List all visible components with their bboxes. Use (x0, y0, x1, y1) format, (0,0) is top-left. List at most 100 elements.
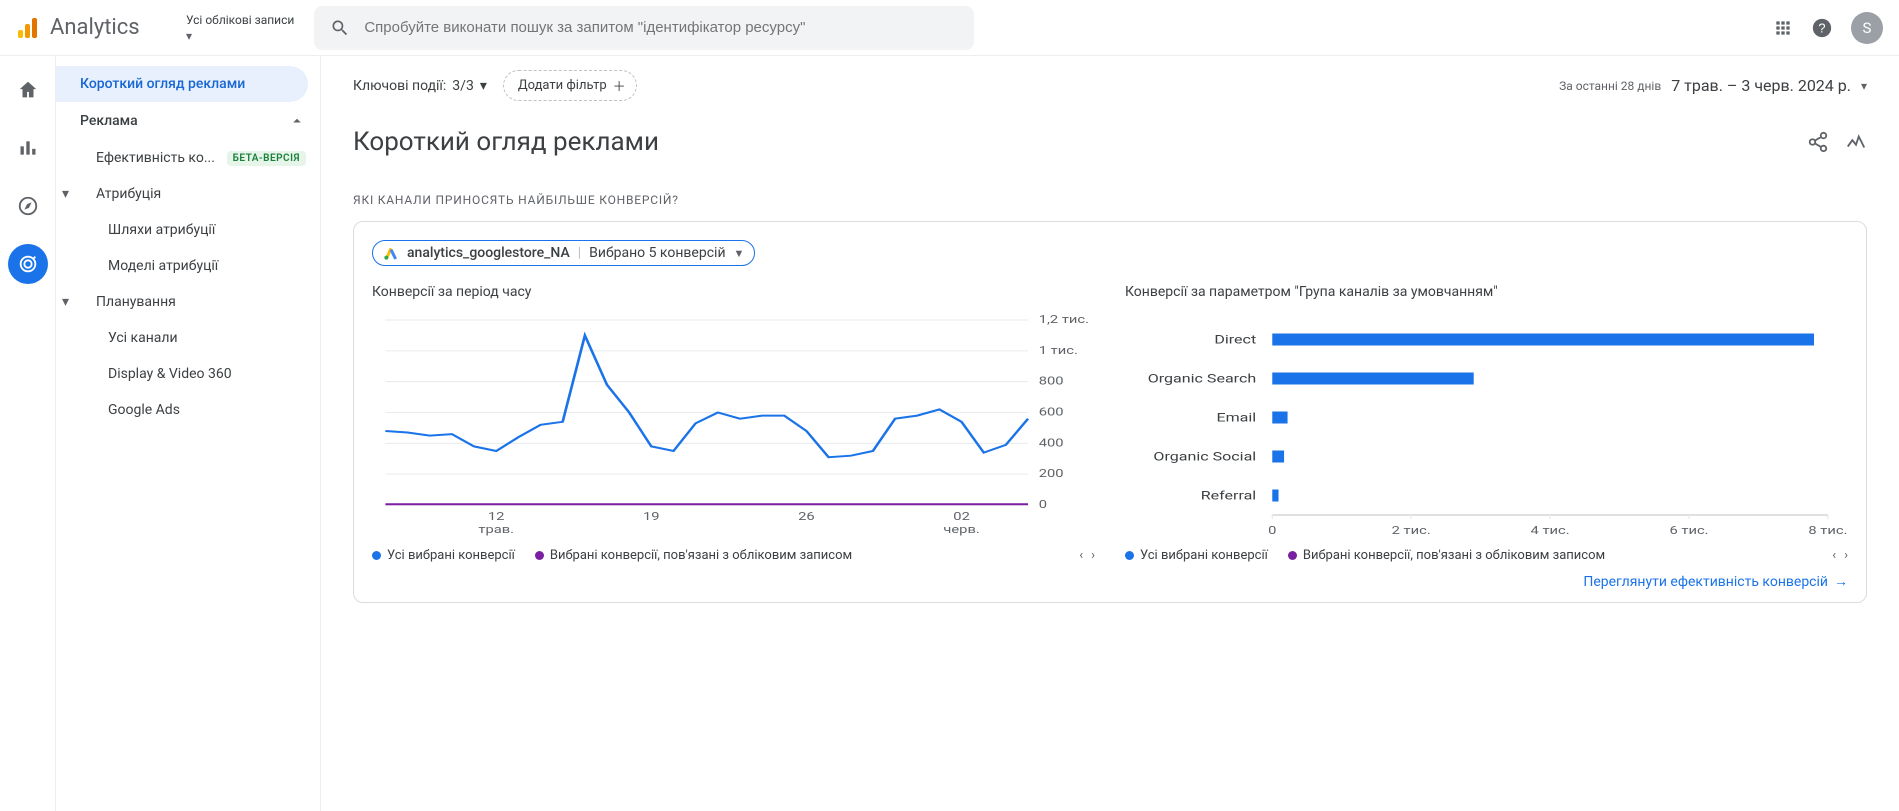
nav-rail (0, 56, 56, 811)
legend-prev-icon[interactable]: ‹ (1832, 548, 1836, 563)
svg-text:Email: Email (1217, 411, 1257, 425)
bar-chart-panel: Конверсії за параметром "Група каналів з… (1125, 284, 1848, 563)
home-icon (17, 79, 39, 101)
account-picker[interactable]: Усі облікові записи ▾ (186, 13, 294, 43)
legend-prev-icon[interactable]: ‹ (1079, 548, 1083, 563)
legend-next-icon[interactable]: › (1844, 548, 1848, 563)
legend-account: Вибрані конверсії, пов'язані з обліковим… (1288, 548, 1605, 563)
legend-dot-purple (535, 551, 544, 560)
rail-home[interactable] (8, 70, 48, 110)
bar-chart[interactable]: DirectOrganic SearchEmailOrganic SocialR… (1125, 310, 1848, 540)
date-range-value: 7 трав. – 3 черв. 2024 р. (1671, 76, 1851, 95)
bar-chart-legend: Усі вибрані конверсії Вибрані конверсії,… (1125, 548, 1848, 563)
svg-text:400: 400 (1039, 437, 1064, 450)
date-range-prefix: За останні 28 днів (1559, 79, 1661, 93)
svg-text:0: 0 (1268, 525, 1276, 538)
sidebar-section-attribution[interactable]: ▾ Атрибуція (56, 176, 320, 212)
svg-text:?: ? (1818, 20, 1825, 35)
sidebar-planning-label: Планування (96, 294, 176, 310)
sidebar-item-all-channels[interactable]: Усі канали (56, 320, 320, 356)
sidebar-gads-label: Google Ads (108, 402, 180, 418)
sidebar-attribution-label: Атрибуція (96, 186, 161, 202)
svg-text:0: 0 (1039, 499, 1047, 512)
sidebar-section-planning[interactable]: ▾ Планування (56, 284, 320, 320)
share-icon[interactable] (1807, 131, 1829, 153)
line-chart-legend: Усі вибрані конверсії Вибрані конверсії,… (372, 548, 1095, 563)
svg-text:800: 800 (1039, 375, 1064, 388)
account-avatar[interactable]: S (1851, 12, 1883, 44)
sidebar-attr-paths-label: Шляхи атрибуції (108, 222, 215, 238)
svg-text:19: 19 (643, 511, 660, 524)
rail-reports[interactable] (8, 128, 48, 168)
legend-all: Усі вибрані конверсії (1125, 548, 1268, 563)
legend-dot-blue (1125, 551, 1134, 560)
sidebar-item-google-ads[interactable]: Google Ads (56, 392, 320, 428)
svg-text:4 тис.: 4 тис. (1531, 525, 1570, 538)
sidebar-item-dv360[interactable]: Display & Video 360 (56, 356, 320, 392)
legend-all-label: Усі вибрані конверсії (1140, 548, 1268, 563)
beta-badge: БЕТА-ВЕРСІЯ (227, 151, 306, 166)
plus-icon: ＋ (613, 76, 626, 95)
help-icon[interactable]: ? (1811, 17, 1833, 39)
section-question: Які канали приносять найбільше конверсій… (353, 193, 1867, 207)
chevron-down-icon: ▾ (1861, 79, 1867, 93)
sidebar-overview-label: Короткий огляд реклами (80, 76, 245, 92)
key-events-prefix: Ключові події: (353, 78, 446, 94)
svg-text:12: 12 (488, 511, 505, 524)
legend-account-label: Вибрані конверсії, пов'язані з обліковим… (550, 548, 852, 563)
key-events-filter[interactable]: Ключові події: 3/3 ▾ (353, 78, 487, 94)
logo[interactable]: Analytics (16, 15, 176, 40)
sidebar-effectiveness-label: Ефективність ко... (96, 150, 215, 166)
property-name: analytics_googlestore_NA (407, 245, 570, 261)
chevron-down-icon: ▾ (62, 294, 69, 310)
sidebar-ads-label: Реклама (80, 113, 138, 129)
legend-all: Усі вибрані конверсії (372, 548, 515, 563)
avatar-letter: S (1863, 19, 1872, 37)
app-header: Analytics Усі облікові записи ▾ ? S (0, 0, 1899, 56)
insights-icon[interactable] (1845, 131, 1867, 153)
add-filter-button[interactable]: Додати фільтр ＋ (503, 70, 637, 101)
chevron-up-icon (288, 112, 306, 130)
legend-dot-blue (372, 551, 381, 560)
apps-icon[interactable] (1773, 18, 1793, 38)
svg-text:02: 02 (953, 511, 970, 524)
add-filter-label: Додати фільтр (518, 78, 607, 93)
legend-account-label: Вибрані конверсії, пов'язані з обліковим… (1303, 548, 1605, 563)
svg-text:Direct: Direct (1214, 333, 1256, 347)
chevron-down-icon: ▾ (186, 29, 294, 43)
search-box[interactable] (314, 6, 974, 50)
sidebar-item-attribution-models[interactable]: Моделі атрибуції (56, 248, 320, 284)
svg-text:26: 26 (798, 511, 815, 524)
rail-explore[interactable] (8, 186, 48, 226)
sidebar-item-effectiveness[interactable]: Ефективність ко... БЕТА-ВЕРСІЯ (56, 140, 320, 176)
advertising-icon (17, 253, 39, 275)
search-input[interactable] (364, 19, 958, 36)
date-range-picker[interactable]: За останні 28 днів 7 трав. – 3 черв. 202… (1559, 76, 1867, 95)
legend-next-icon[interactable]: › (1091, 548, 1095, 563)
explore-icon (17, 195, 39, 217)
svg-text:1,2 тис.: 1,2 тис. (1039, 314, 1089, 327)
legend-account: Вибрані конверсії, пов'язані з обліковим… (535, 548, 852, 563)
chevron-down-icon: ▾ (62, 186, 69, 202)
rail-advertising[interactable] (8, 244, 48, 284)
sidebar-section-ads[interactable]: Реклама (56, 102, 320, 140)
sidebar-dv360-label: Display & Video 360 (108, 366, 232, 382)
property-selector[interactable]: analytics_googlestore_NA | Вибрано 5 кон… (372, 240, 755, 266)
svg-text:1 тис.: 1 тис. (1039, 345, 1078, 358)
view-effectiveness-link[interactable]: Переглянути ефективність конверсій → (1583, 573, 1848, 590)
svg-text:6 тис.: 6 тис. (1669, 525, 1708, 538)
svg-text:8 тис.: 8 тис. (1808, 525, 1847, 538)
line-chart[interactable]: 02004006008001 тис.1,2 тис.12трав.192602… (372, 310, 1095, 540)
sidebar-item-attribution-paths[interactable]: Шляхи атрибуції (56, 212, 320, 248)
view-effectiveness-label: Переглянути ефективність конверсій (1583, 574, 1828, 590)
line-chart-title: Конверсії за період часу (372, 284, 1095, 300)
side-panel: Короткий огляд реклами Реклама Ефективні… (56, 56, 321, 811)
svg-text:2 тис.: 2 тис. (1392, 525, 1431, 538)
chevron-down-icon: ▼ (734, 247, 745, 260)
conversions-selected-label: Вибрано 5 конверсій (589, 245, 725, 261)
sidebar-item-overview[interactable]: Короткий огляд реклами (56, 66, 308, 102)
toolbar: Ключові події: 3/3 ▾ Додати фільтр ＋ За … (353, 70, 1867, 101)
main-content: Ключові події: 3/3 ▾ Додати фільтр ＋ За … (321, 56, 1899, 811)
brand-text: Analytics (50, 15, 140, 40)
svg-text:Organic Social: Organic Social (1153, 450, 1256, 464)
